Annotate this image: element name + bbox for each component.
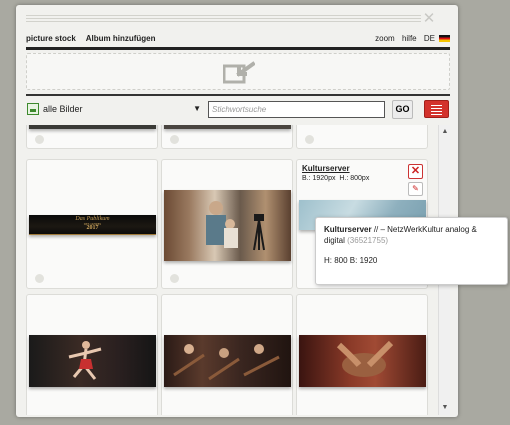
album-select-value: alle Bilder (43, 104, 83, 114)
language-label: DE (423, 34, 435, 43)
thumbnail (29, 335, 156, 387)
thumbnail-image (336, 340, 394, 377)
grip-line (26, 18, 421, 19)
select-radio[interactable] (35, 135, 44, 144)
chevron-down-icon: ▼ (193, 104, 201, 113)
close-icon[interactable]: ✕ (422, 11, 436, 27)
image-card[interactable] (296, 294, 428, 415)
title-bar[interactable]: ✕ (26, 11, 436, 28)
tooltip-title: Kulturserver (324, 225, 372, 234)
divider (26, 94, 450, 96)
image-card[interactable] (26, 294, 158, 415)
select-radio[interactable] (35, 274, 44, 283)
tooltip-id: (36521755) (347, 236, 389, 245)
card-title[interactable]: Kulturserver (302, 164, 350, 173)
menu-picture-stock[interactable]: picture stock (26, 34, 76, 43)
card-height: H.: 800px (339, 175, 370, 182)
card-width: B.: 1920px (302, 175, 336, 182)
zoom-link[interactable]: zoom (375, 34, 395, 43)
search-input[interactable] (208, 101, 385, 118)
image-card[interactable] (161, 159, 293, 289)
image-info-tooltip: Kulturserver // – NetzWerkKultur analog … (315, 217, 508, 285)
thumbnail (29, 125, 156, 129)
thumbnail-image (173, 344, 280, 381)
image-card[interactable] (296, 125, 428, 149)
menu-bar: picture stock Album hinzufügen zoom hilf… (26, 34, 450, 46)
grip-line (26, 15, 421, 16)
go-button[interactable]: GO (392, 100, 413, 119)
language-selector[interactable]: DE (424, 34, 450, 43)
menu-add-album[interactable]: Album hinzufügen (86, 34, 156, 43)
banner-year: 2017 (86, 225, 99, 231)
thumbnail (164, 335, 291, 387)
thumbnail-image (206, 201, 265, 251)
image-card[interactable] (26, 125, 158, 149)
tooltip-size: H: 800 B: 1920 (324, 256, 378, 265)
card-dimensions: B.: 1920px H.: 800px (302, 175, 369, 182)
picture-stock-dialog: ✕ picture stock Album hinzufügen zoom hi… (16, 5, 458, 417)
edit-pencil-icon[interactable]: ✎ (408, 182, 423, 196)
upload-icon (223, 61, 255, 84)
divider (26, 47, 450, 50)
select-radio[interactable] (305, 135, 314, 144)
delete-button[interactable]: ✕ (408, 164, 423, 179)
image-card[interactable]: Das Publikum DES JAHRES 2017 (26, 159, 158, 289)
toolbar: alle Bilder ▼ GO (26, 99, 450, 121)
thumbnail (164, 125, 291, 129)
thumbnail-image (68, 341, 102, 380)
thumbnail (164, 190, 291, 261)
scroll-down-icon[interactable]: ▼ (439, 403, 450, 413)
select-radio[interactable] (170, 135, 179, 144)
help-link[interactable]: hilfe (402, 34, 417, 43)
thumbnail (299, 335, 426, 387)
list-view-button[interactable] (424, 100, 449, 118)
image-card[interactable] (161, 294, 293, 415)
select-radio[interactable] (170, 274, 179, 283)
image-card[interactable] (161, 125, 293, 149)
album-icon (27, 103, 39, 115)
scroll-up-icon[interactable]: ▲ (439, 127, 450, 137)
upload-dropzone[interactable] (26, 53, 450, 90)
grip-line (26, 21, 421, 22)
tooltip-heading: Kulturserver // – NetzWerkKultur analog … (324, 224, 499, 246)
thumbnail: Das Publikum DES JAHRES 2017 (29, 215, 156, 235)
album-select[interactable]: alle Bilder ▼ (26, 101, 203, 118)
german-flag-icon (439, 35, 450, 42)
